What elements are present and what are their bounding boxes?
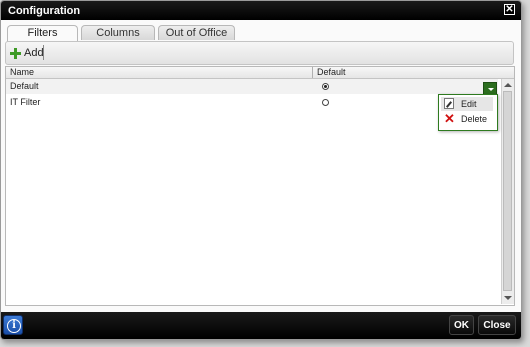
info-button[interactable]: i [3, 315, 23, 335]
tab-out-of-office[interactable]: Out of Office [158, 25, 235, 40]
column-header-default[interactable]: Default [317, 67, 346, 78]
column-divider[interactable] [312, 67, 313, 78]
close-icon[interactable]: ✕ [504, 4, 515, 15]
column-header-name[interactable]: Name [10, 67, 34, 78]
default-radio[interactable] [322, 99, 329, 106]
default-radio[interactable] [322, 83, 329, 90]
menu-item-label: Delete [461, 114, 488, 124]
plus-icon [10, 47, 21, 59]
menu-item-delete[interactable]: ✕ Delete [441, 112, 493, 126]
scroll-down-icon[interactable] [504, 296, 512, 300]
edit-icon [444, 98, 454, 109]
cell-name: Default [10, 81, 39, 91]
grid-header: Name Default [6, 67, 514, 79]
table-row[interactable]: Default [6, 79, 498, 94]
menu-item-label: Edit [461, 99, 477, 109]
cell-name: IT Filter [10, 97, 41, 107]
table-row[interactable]: IT Filter [6, 95, 498, 110]
menu-item-edit[interactable]: Edit [441, 97, 493, 111]
dialog-title: Configuration [8, 5, 81, 17]
scroll-thumb[interactable] [503, 91, 512, 291]
configuration-dialog: Configuration ✕ Filters Columns Out of O… [0, 0, 522, 340]
info-icon: i [7, 319, 21, 333]
tab-columns[interactable]: Columns [81, 25, 155, 40]
toolbar: Add [5, 41, 514, 65]
row-context-menu: Edit ✕ Delete [438, 94, 498, 131]
add-button[interactable]: Add [10, 46, 44, 60]
toolbar-divider [43, 45, 44, 60]
delete-icon: ✕ [444, 111, 455, 126]
add-button-label: Add [24, 47, 44, 59]
bottom-bar: i OK Close [1, 312, 521, 339]
ok-button[interactable]: OK [449, 315, 474, 335]
close-button[interactable]: Close [478, 315, 516, 335]
scroll-up-icon[interactable] [504, 83, 512, 87]
title-bar: Configuration ✕ [1, 1, 521, 20]
vertical-scrollbar[interactable] [501, 79, 514, 304]
tab-filters[interactable]: Filters [7, 25, 78, 42]
